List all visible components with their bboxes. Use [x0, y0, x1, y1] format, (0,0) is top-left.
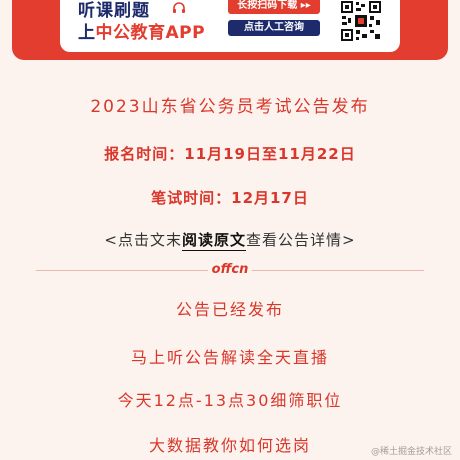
list-item: 公告已经发布: [175, 300, 284, 319]
list-item: 今天12点-13点30细筛职位: [117, 391, 343, 410]
exam-time: 笔试时间：12月17日: [151, 189, 309, 207]
scan-download-button[interactable]: 长按扫码下载 ▸▸: [228, 0, 320, 14]
qr-code-icon[interactable]: [340, 0, 382, 42]
headset-icon: [173, 2, 185, 13]
manual-consult-button[interactable]: 点击人工咨询: [228, 20, 320, 36]
offcn-logo: offcn: [208, 262, 252, 278]
list-item: 马上听公告解读全天直播: [130, 348, 329, 367]
read-hint-prefix: <点击文末: [104, 231, 182, 249]
announcement-title: 2023山东省公务员考试公告发布: [90, 97, 370, 117]
promo-line-2-prefix: 上: [78, 23, 96, 43]
registration-time: 报名时间：11月19日至11月22日: [104, 145, 356, 163]
read-hint-suffix: 查看公告详情>: [246, 231, 356, 249]
app-promo-banner[interactable]: 听课刷题 上中公教育APP 长按扫码下载 ▸▸ 点击人工咨询: [12, 0, 448, 60]
watermark: @稀土掘金技术社区: [370, 447, 452, 457]
read-original-link[interactable]: 阅读原文: [181, 231, 246, 251]
promo-line-2: 上中公教育APP: [78, 18, 205, 43]
read-original-hint: <点击文末阅读原文查看公告详情>: [0, 229, 460, 251]
promo-app-name: 中公教育APP: [95, 23, 206, 43]
app-promo-card[interactable]: 听课刷题 上中公教育APP 长按扫码下载 ▸▸ 点击人工咨询: [60, 0, 400, 52]
